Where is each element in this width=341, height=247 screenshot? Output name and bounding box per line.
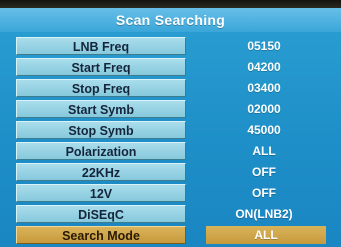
monitor-bezel [0, 0, 341, 8]
setting-label-start-symb[interactable]: Start Symb [16, 100, 186, 118]
setting-value-start-freq: 04200 [247, 60, 281, 74]
setting-value-start-symb: 02000 [247, 102, 281, 116]
setting-value-stop-symb: 45000 [247, 123, 281, 137]
setting-row-diseqc[interactable]: DiSEqC ON(LNB2) [0, 203, 341, 225]
setting-row-search-mode[interactable]: Search Mode ALL [0, 224, 341, 246]
setting-value-12v: OFF [252, 186, 276, 200]
setting-row-stop-symb[interactable]: Stop Symb 45000 [0, 119, 341, 141]
setting-label-start-freq[interactable]: Start Freq [16, 58, 186, 76]
setting-value-polarization: ALL [252, 144, 276, 158]
setting-row-lnb-freq[interactable]: LNB Freq 05150 [0, 35, 341, 57]
setting-row-start-symb[interactable]: Start Symb 02000 [0, 98, 341, 120]
setting-value-diseqc: ON(LNB2) [235, 207, 293, 221]
setting-row-22khz[interactable]: 22KHz OFF [0, 161, 341, 183]
setting-label-22khz[interactable]: 22KHz [16, 163, 186, 181]
setting-label-diseqc[interactable]: DiSEqC [16, 205, 186, 223]
setting-label-stop-freq[interactable]: Stop Freq [16, 79, 186, 97]
setting-label-search-mode[interactable]: Search Mode [16, 226, 186, 244]
scan-search-screen: Scan Searching LNB Freq 05150 Start Freq… [0, 8, 341, 247]
setting-value-lnb-freq: 05150 [247, 39, 281, 53]
screen-title: Scan Searching [0, 8, 341, 32]
setting-label-polarization[interactable]: Polarization [16, 142, 186, 160]
setting-value-stop-freq: 03400 [247, 81, 281, 95]
setting-row-polarization[interactable]: Polarization ALL [0, 140, 341, 162]
setting-row-stop-freq[interactable]: Stop Freq 03400 [0, 77, 341, 99]
setting-label-12v[interactable]: 12V [16, 184, 186, 202]
setting-value-search-mode[interactable]: ALL [206, 226, 326, 244]
setting-value-22khz: OFF [252, 165, 276, 179]
setting-label-lnb-freq[interactable]: LNB Freq [16, 37, 186, 55]
setting-row-12v[interactable]: 12V OFF [0, 182, 341, 204]
setting-label-stop-symb[interactable]: Stop Symb [16, 121, 186, 139]
setting-row-start-freq[interactable]: Start Freq 04200 [0, 56, 341, 78]
